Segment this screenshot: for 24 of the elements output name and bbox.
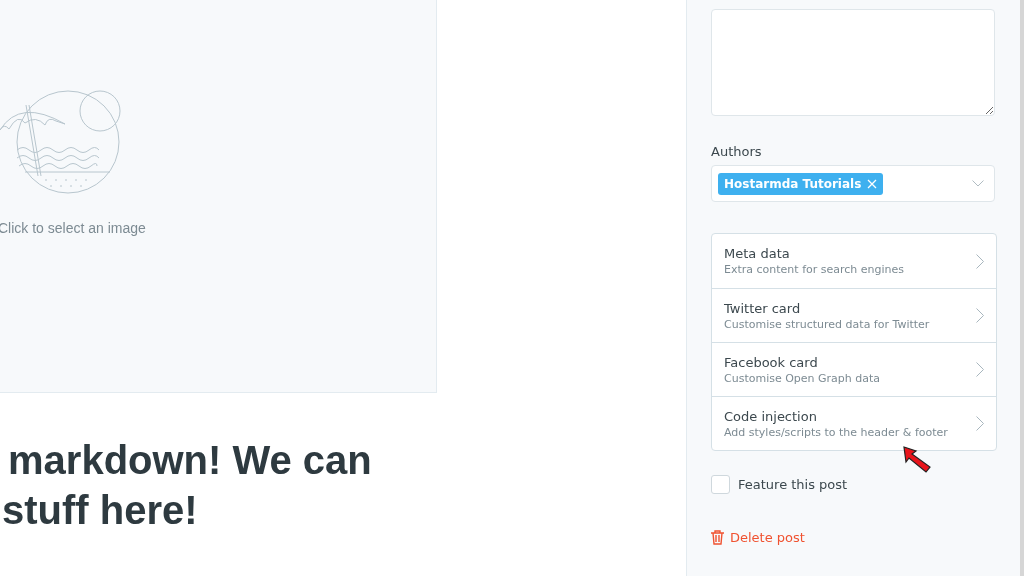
chevron-right-icon [976, 362, 984, 377]
chevron-right-icon [976, 253, 984, 269]
remove-icon[interactable] [867, 178, 878, 189]
menu-item-description: Add styles/scripts to the header & footer [724, 425, 948, 439]
post-heading-line: markdown! We can [8, 437, 373, 484]
menu-item-description: Customise Open Graph data [724, 371, 881, 385]
settings-menu-item[interactable]: Meta data Extra content for search engines [712, 234, 996, 288]
menu-item-description: Extra content for search engines [724, 263, 905, 276]
post-heading-line: stuff here! [2, 487, 199, 534]
settings-menu-item[interactable]: Facebook card Customise Open Graph data [712, 342, 996, 396]
trash-icon [711, 530, 724, 545]
chevron-down-icon [972, 180, 984, 187]
menu-item-title: Meta data [724, 246, 791, 261]
menu-item-description: Customise structured data for Twitter [724, 317, 930, 331]
excerpt-field[interactable] [711, 9, 995, 116]
settings-menu-item[interactable]: Twitter card Customise structured data for Twitter [712, 288, 996, 342]
feature-label: Feature this post [738, 477, 848, 492]
menu-item-title: Twitter card [724, 300, 802, 316]
chevron-right-icon [976, 308, 984, 323]
chevron-right-icon [976, 416, 984, 431]
authors-label: Authors [711, 144, 763, 159]
menu-item-title: Facebook card [724, 354, 819, 370]
feature-checkbox[interactable] [711, 475, 730, 494]
menu-item-title: Code injection [724, 408, 818, 424]
